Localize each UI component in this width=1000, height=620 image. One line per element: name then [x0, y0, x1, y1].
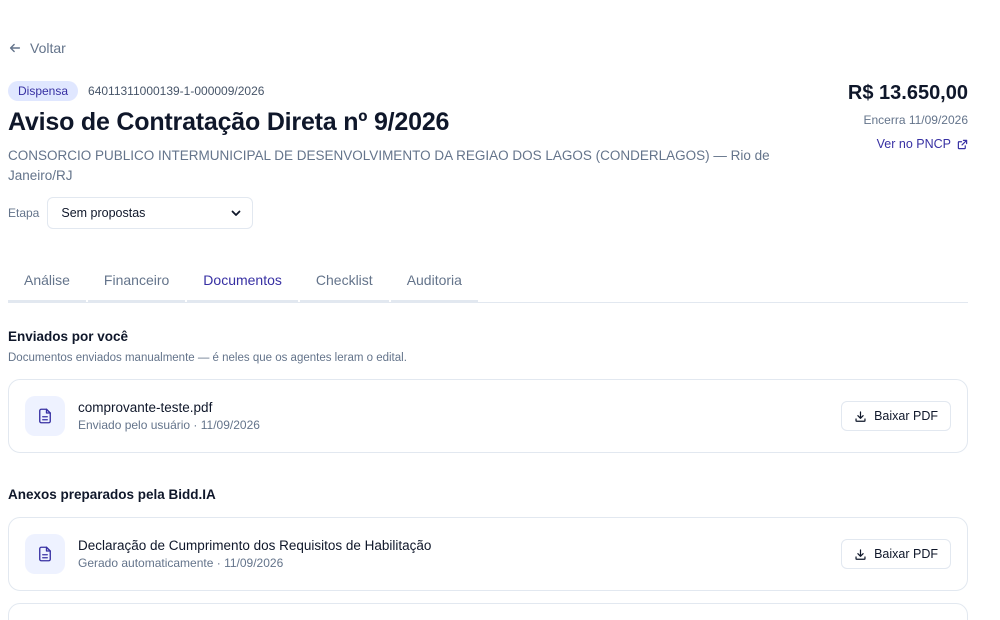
meta-row: Dispensa 64011311000139-1-000009/2026	[8, 81, 264, 101]
document-icon-box	[25, 534, 65, 574]
list-item	[8, 603, 968, 620]
download-icon	[855, 548, 866, 560]
etapa-select[interactable]: Sem propostas	[47, 197, 254, 229]
list-item: Declaração de Cumprimento dos Requisitos…	[8, 517, 968, 591]
etapa-field: Etapa Sem propostas	[8, 197, 254, 229]
tab-analise[interactable]: Análise	[8, 262, 86, 302]
pncp-link[interactable]: Ver no PNCP	[848, 137, 968, 151]
download-pdf-button[interactable]: Baixar PDF	[841, 539, 951, 569]
sent-section-subtitle: Documentos enviados manualmente — é nele…	[8, 352, 407, 364]
annexes-section-title: Anexos preparados pela Bidd.IA	[8, 487, 216, 502]
price-value: R$ 13.650,00	[847, 82, 968, 104]
document-icon-box	[25, 396, 65, 436]
download-icon	[855, 410, 866, 422]
tab-financeiro[interactable]: Financeiro	[87, 262, 186, 302]
list-item: comprovante-teste.pdf Enviado pelo usuár…	[8, 379, 968, 453]
process-id: 64011311000139-1-000009/2026	[88, 84, 265, 98]
document-meta: Enviado pelo usuário · 11/09/2026	[78, 418, 260, 432]
organization-name: CONSORCIO PUBLICO INTERMUNICIPAL DE DESE…	[8, 148, 770, 183]
closing-date: Encerra 11/09/2026	[863, 113, 968, 127]
download-button-label: Baixar PDF	[874, 547, 938, 561]
price-summary: R$ 13.650,00 Encerra 11/09/2026 Ver no P…	[848, 82, 968, 151]
arrow-left-icon	[9, 43, 21, 53]
modality-badge: Dispensa	[8, 81, 79, 101]
chevron-down-icon	[231, 210, 241, 216]
download-button-label: Baixar PDF	[874, 409, 938, 423]
external-link-icon	[957, 139, 968, 149]
etapa-selected-value: Sem propostas	[61, 206, 146, 220]
tab-documentos[interactable]: Documentos	[187, 262, 298, 302]
tab-bar: Análise Financeiro Documentos Checklist …	[8, 262, 968, 303]
document-info: comprovante-teste.pdf Enviado pelo usuár…	[78, 400, 841, 432]
download-pdf-button[interactable]: Baixar PDF	[841, 401, 951, 431]
back-link[interactable]: Voltar	[8, 40, 66, 56]
back-label: Voltar	[30, 40, 66, 56]
document-name: Declaração de Cumprimento dos Requisitos…	[78, 538, 432, 553]
pncp-link-label: Ver no PNCP	[876, 137, 951, 151]
page-title: Aviso de Contratação Direta nº 9/2026	[8, 108, 450, 136]
tab-checklist[interactable]: Checklist	[299, 262, 389, 302]
tab-auditoria[interactable]: Auditoria	[390, 262, 478, 302]
document-name: comprovante-teste.pdf	[78, 400, 213, 415]
document-info: Declaração de Cumprimento dos Requisitos…	[78, 538, 841, 570]
sent-section-title: Enviados por você	[8, 329, 129, 344]
document-meta: Gerado automaticamente · 11/09/2026	[78, 556, 284, 570]
file-text-icon	[39, 408, 51, 424]
file-text-icon	[39, 546, 51, 562]
etapa-label: Etapa	[8, 206, 40, 220]
